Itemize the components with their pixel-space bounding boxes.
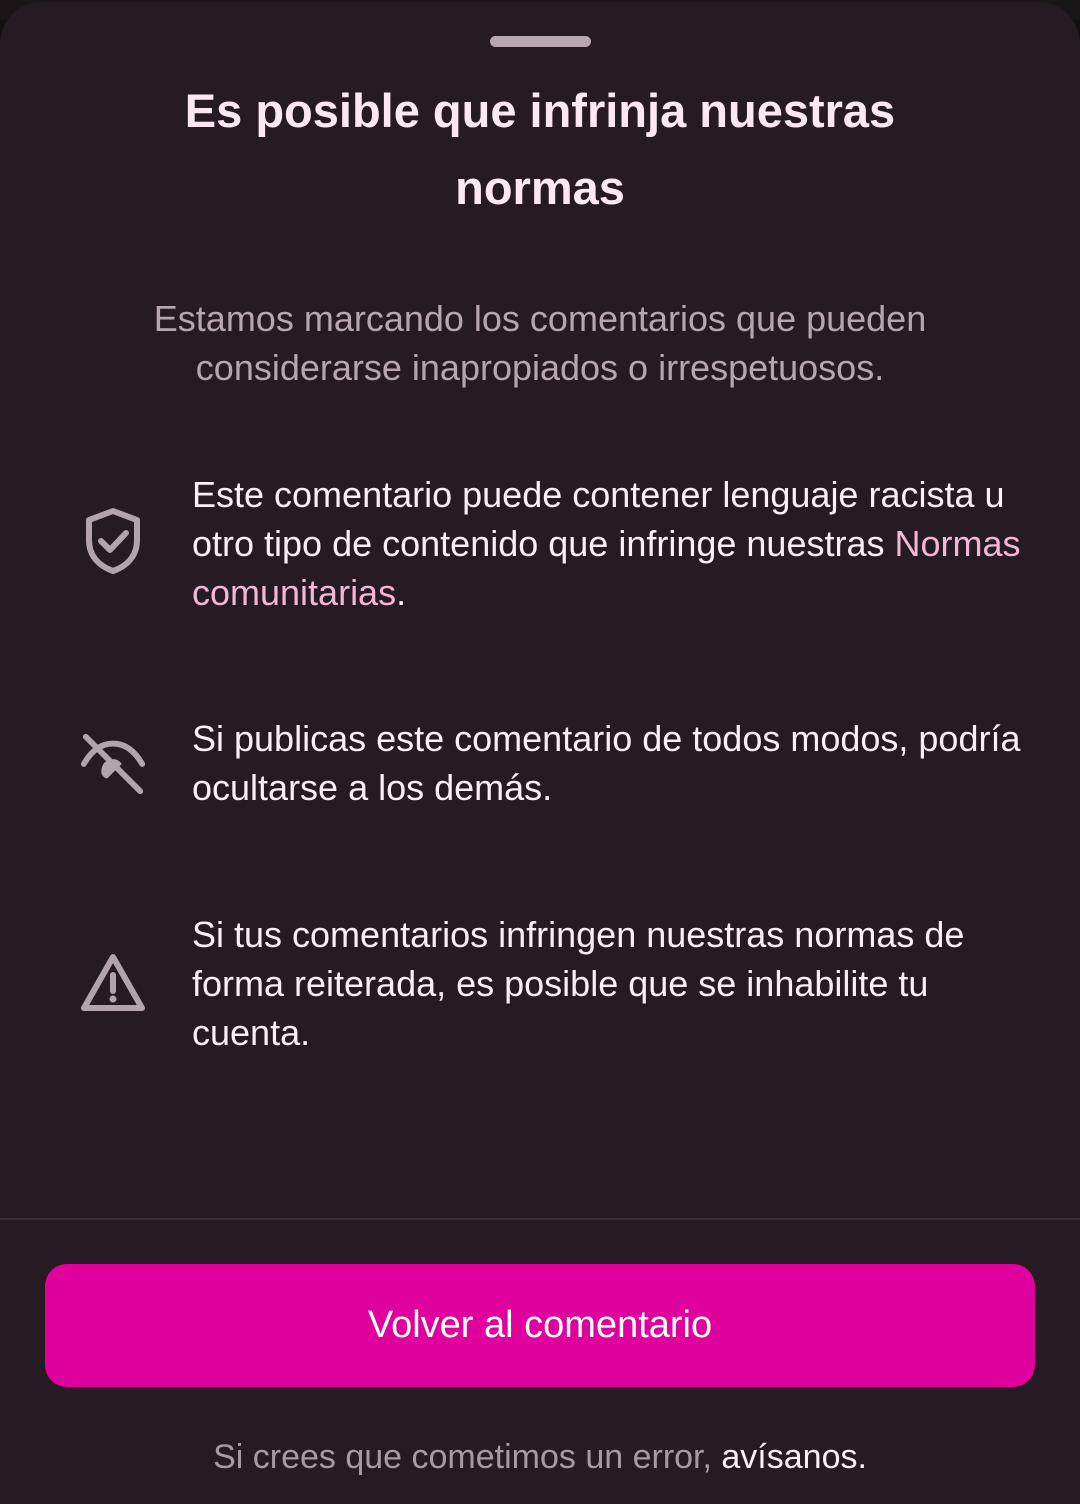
shield-check-icon (78, 506, 148, 576)
info-row-text: Si tus comentarios infringen nuestras no… (192, 914, 965, 1053)
feedback-footer: Si crees que cometimos un error, avísano… (0, 1432, 1080, 1482)
bottom-sheet: Es posible que infrinja nuestras normas … (0, 2, 1080, 1504)
sheet-title: Es posible que infrinja nuestras normas (184, 84, 896, 214)
drag-handle[interactable] (490, 36, 591, 47)
report-error-link[interactable]: avísanos. (721, 1438, 867, 1476)
info-row-text: Este comentario puede contener lenguaje … (192, 470, 1022, 617)
warning-triangle-icon (78, 948, 148, 1018)
footer-text: Si crees que cometimos un error, (213, 1438, 722, 1476)
back-to-comment-button[interactable]: Volver al comentario (45, 1264, 1035, 1387)
sheet-subtitle: Estamos marcando los comentarios que pue… (153, 298, 927, 388)
info-row-text-end: . (396, 572, 407, 613)
info-row-text-main: Este comentario puede contener lenguaje … (192, 474, 1005, 564)
divider (0, 1218, 1080, 1220)
info-row-text: Si publicas este comentario de todos mod… (192, 718, 1021, 808)
eye-off-icon (78, 728, 148, 798)
